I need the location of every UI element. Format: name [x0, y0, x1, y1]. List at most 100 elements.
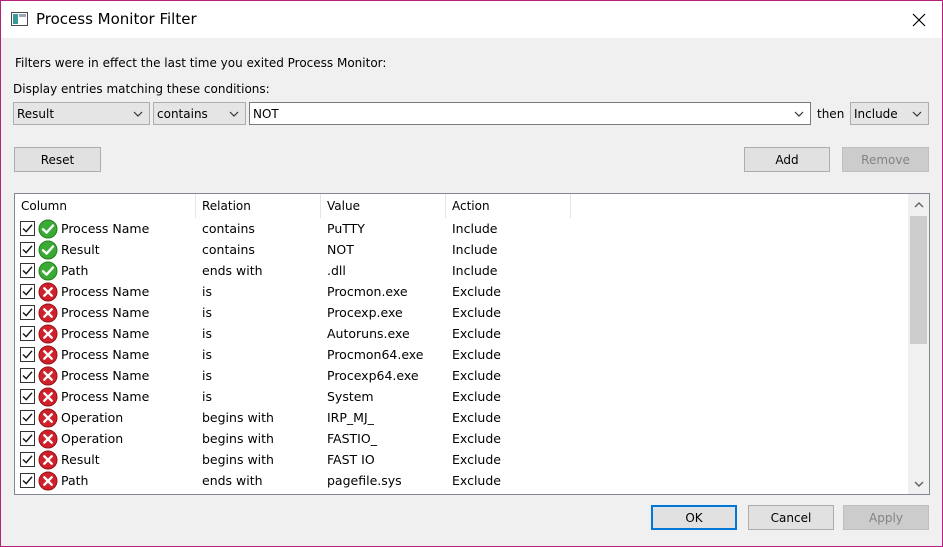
filter-dialog: Process Monitor Filter Filters were in e… — [1, 1, 942, 546]
enable-checkbox[interactable] — [20, 263, 35, 278]
row-value: Procexp64.exe — [327, 368, 419, 383]
table-row[interactable]: Operation begins with IRP_MJ_ Exclude — [15, 407, 908, 428]
table-row[interactable]: Process Name is Procexp.exe Exclude — [15, 302, 908, 323]
row-value: System — [327, 389, 374, 404]
row-value: NOT — [327, 242, 354, 257]
value-combo[interactable]: NOT — [249, 102, 811, 125]
chevron-down-icon — [133, 111, 143, 117]
enable-checkbox[interactable] — [20, 284, 35, 299]
exclude-x-icon — [38, 345, 58, 365]
table-row[interactable]: Path ends with .dll Include — [15, 260, 908, 281]
include-check-icon — [38, 240, 58, 260]
exclude-x-icon — [38, 282, 58, 302]
table-row[interactable]: Result contains NOT Include — [15, 239, 908, 260]
filter-list[interactable]: Column Relation Value Action Process Nam… — [14, 193, 930, 495]
close-icon — [912, 13, 926, 26]
table-row[interactable]: Process Name is Procexp64.exe Exclude — [15, 365, 908, 386]
chevron-down-icon — [794, 111, 804, 117]
enable-checkbox[interactable] — [20, 452, 35, 467]
relation-select[interactable]: contains — [153, 102, 246, 125]
row-column: Operation — [61, 410, 124, 425]
enable-checkbox[interactable] — [20, 221, 35, 236]
info-text: Filters were in effect the last time you… — [15, 56, 387, 70]
table-row[interactable]: Process Name is System Exclude — [15, 386, 908, 407]
list-header: Column Relation Value Action — [15, 194, 908, 218]
apply-button[interactable]: Apply — [843, 505, 929, 530]
remove-button[interactable]: Remove — [842, 147, 929, 172]
column-select[interactable]: Result — [13, 102, 150, 125]
table-row[interactable]: Process Name is Procmon64.exe Exclude — [15, 344, 908, 365]
cancel-button[interactable]: Cancel — [748, 505, 834, 530]
filter-rows: Process Name contains PuTTY Include Result co… — [15, 218, 908, 491]
value-combo-text: NOT — [253, 107, 279, 121]
row-relation: begins with — [202, 431, 274, 446]
enable-checkbox[interactable] — [20, 305, 35, 320]
title-bar[interactable]: Process Monitor Filter — [1, 1, 942, 38]
row-value: FAST IO — [327, 452, 375, 467]
row-action: Include — [452, 263, 498, 278]
scroll-up-button[interactable] — [908, 194, 929, 215]
row-column: Process Name — [61, 368, 150, 383]
ok-button[interactable]: OK — [651, 505, 737, 530]
column-header-value[interactable]: Value — [321, 194, 446, 218]
scroll-down-button[interactable] — [908, 473, 929, 494]
table-row[interactable]: Result begins with FAST IO Exclude — [15, 449, 908, 470]
vertical-scrollbar[interactable] — [908, 194, 929, 494]
enable-checkbox[interactable] — [20, 326, 35, 341]
enable-checkbox[interactable] — [20, 410, 35, 425]
row-action: Exclude — [452, 368, 501, 383]
table-row[interactable]: Path ends with pagefile.sys Exclude — [15, 470, 908, 491]
row-action: Exclude — [452, 452, 501, 467]
row-value: PuTTY — [327, 221, 365, 236]
row-column: Process Name — [61, 326, 150, 341]
row-column: Operation — [61, 431, 124, 446]
table-row[interactable]: Process Name is Autoruns.exe Exclude — [15, 323, 908, 344]
exclude-x-icon — [38, 387, 58, 407]
exclude-x-icon — [38, 303, 58, 323]
exclude-x-icon — [38, 324, 58, 344]
enable-checkbox[interactable] — [20, 347, 35, 362]
chevron-down-icon — [914, 481, 923, 487]
chevron-down-icon — [229, 111, 239, 117]
enable-checkbox[interactable] — [20, 368, 35, 383]
row-value: .dll — [327, 263, 346, 278]
row-column: Process Name — [61, 389, 150, 404]
table-row[interactable]: Process Name is Procmon.exe Exclude — [15, 281, 908, 302]
row-value: Procmon.exe — [327, 284, 408, 299]
conditions-label: Display entries matching these condition… — [13, 82, 270, 96]
row-value: pagefile.sys — [327, 473, 402, 488]
row-column: Result — [61, 242, 100, 257]
row-relation: is — [202, 389, 212, 404]
row-column: Process Name — [61, 305, 150, 320]
exclude-x-icon — [38, 471, 58, 491]
row-relation: ends with — [202, 263, 263, 278]
row-column: Process Name — [61, 347, 150, 362]
row-value: Autoruns.exe — [327, 326, 410, 341]
add-button[interactable]: Add — [744, 147, 830, 172]
chevron-up-icon — [914, 201, 923, 207]
enable-checkbox[interactable] — [20, 473, 35, 488]
row-column: Result — [61, 452, 100, 467]
column-header-column[interactable]: Column — [15, 194, 196, 218]
scroll-thumb[interactable] — [910, 216, 927, 344]
row-column: Path — [61, 263, 89, 278]
close-button[interactable] — [896, 1, 942, 38]
row-relation: is — [202, 305, 212, 320]
reset-button[interactable]: Reset — [14, 147, 101, 172]
exclude-x-icon — [38, 429, 58, 449]
enable-checkbox[interactable] — [20, 389, 35, 404]
column-header-relation[interactable]: Relation — [196, 194, 321, 218]
row-action: Include — [452, 221, 498, 236]
column-header-action[interactable]: Action — [446, 194, 571, 218]
exclude-x-icon — [38, 408, 58, 428]
enable-checkbox[interactable] — [20, 431, 35, 446]
table-row[interactable]: Operation begins with FASTIO_ Exclude — [15, 428, 908, 449]
row-action: Exclude — [452, 410, 501, 425]
row-action: Exclude — [452, 326, 501, 341]
enable-checkbox[interactable] — [20, 242, 35, 257]
action-select[interactable]: Include — [850, 102, 929, 125]
row-action: Exclude — [452, 284, 501, 299]
exclude-x-icon — [38, 450, 58, 470]
row-column: Process Name — [61, 221, 150, 236]
table-row[interactable]: Process Name contains PuTTY Include — [15, 218, 908, 239]
